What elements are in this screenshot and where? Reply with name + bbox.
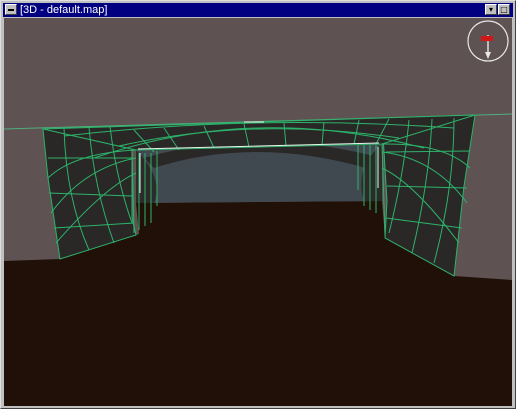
editor-3d-window: [3D - default.map] ▾ □ <box>0 0 516 409</box>
title-bar[interactable]: [3D - default.map] ▾ □ <box>3 3 513 17</box>
window-menu-icon[interactable] <box>5 4 17 15</box>
compass-marker <box>481 36 493 41</box>
maximize-button[interactable]: □ <box>498 4 510 15</box>
minimize-button[interactable]: ▾ <box>485 4 497 15</box>
3d-viewport[interactable] <box>4 18 512 406</box>
window-title: [3D - default.map] <box>20 4 108 16</box>
